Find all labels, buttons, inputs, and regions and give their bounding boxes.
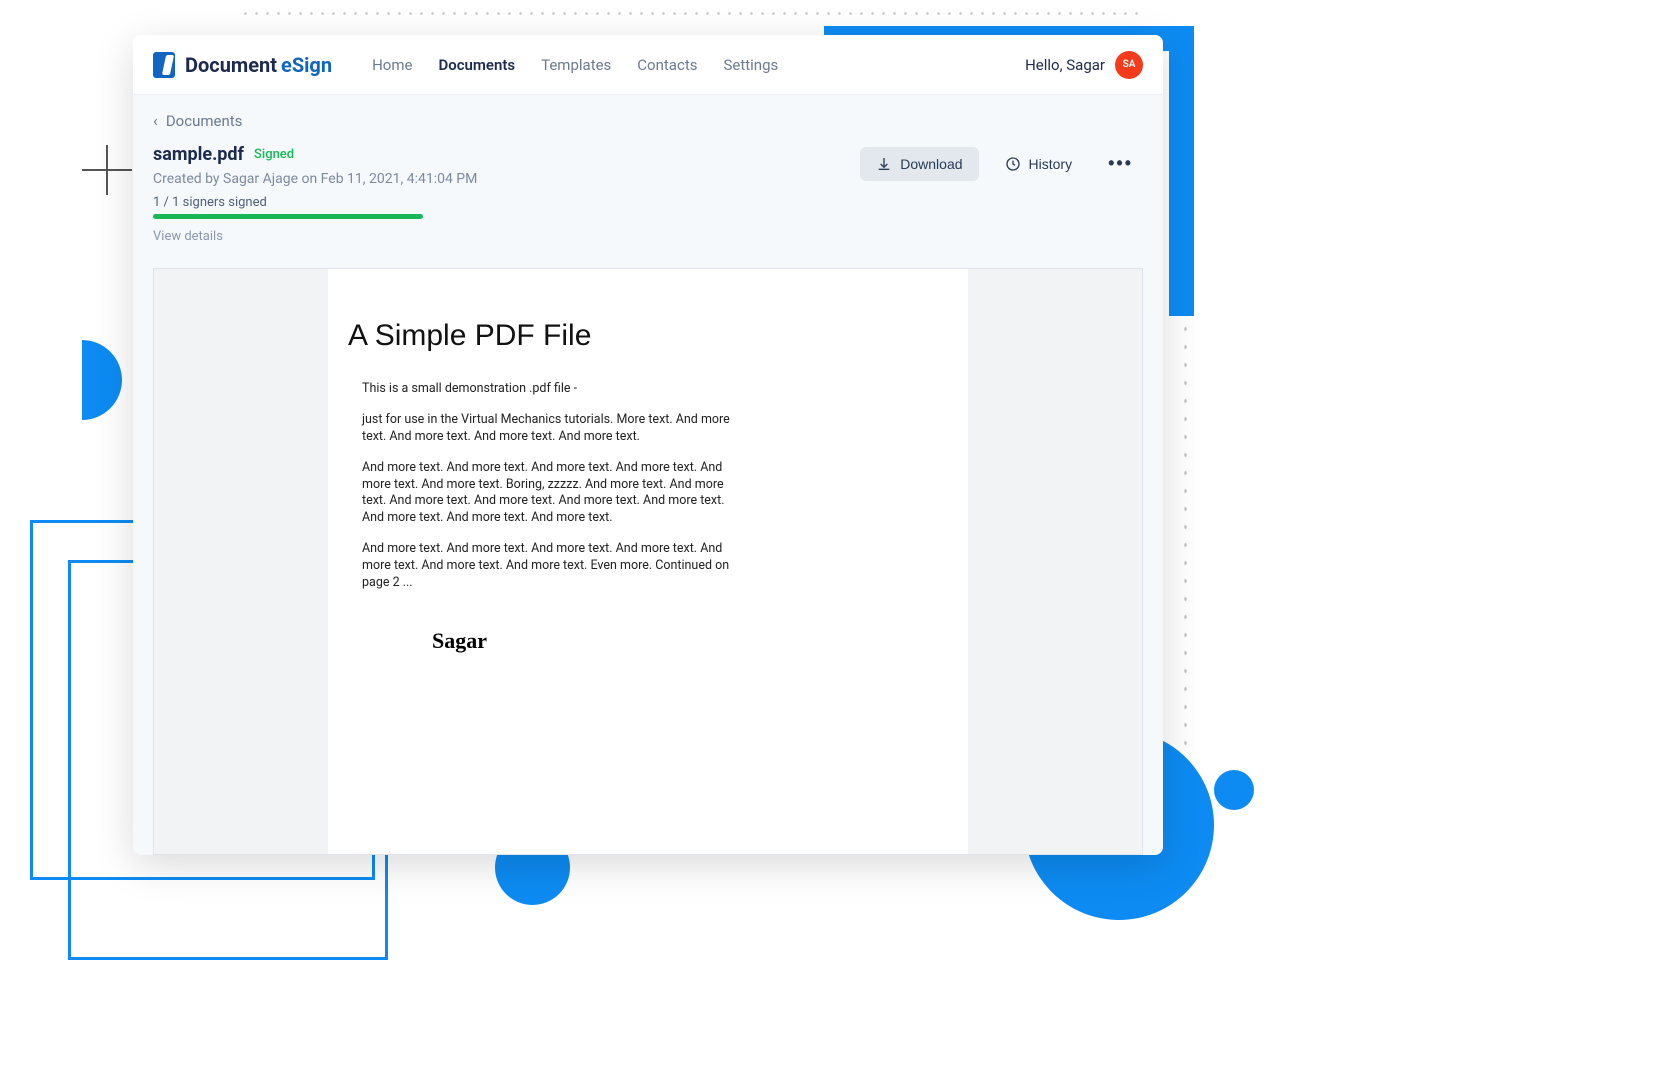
brand-part1: Document xyxy=(185,53,277,77)
download-button[interactable]: Download xyxy=(860,147,978,181)
pdf-paragraph: just for use in the Virtual Mechanics tu… xyxy=(362,412,732,446)
pdf-paragraph: And more text. And more text. And more t… xyxy=(362,541,732,592)
view-details-link[interactable]: View details xyxy=(153,229,860,244)
logo[interactable]: Document eSign xyxy=(153,52,332,78)
download-label: Download xyxy=(900,156,962,172)
breadcrumb-label: Documents xyxy=(166,112,243,130)
history-button[interactable]: History xyxy=(989,147,1089,181)
brand-part2: eSign xyxy=(281,53,332,77)
download-icon xyxy=(876,156,892,172)
breadcrumb[interactable]: ‹ Documents xyxy=(153,111,1143,130)
plus-icon xyxy=(82,145,132,195)
avatar: SA xyxy=(1115,51,1143,79)
nav-contacts[interactable]: Contacts xyxy=(637,56,697,74)
more-icon: ••• xyxy=(1108,153,1133,174)
pdf-heading: A Simple PDF File xyxy=(348,319,908,353)
nav-templates[interactable]: Templates xyxy=(541,56,611,74)
history-label: History xyxy=(1029,156,1073,172)
signature: Sagar xyxy=(432,628,908,654)
decorative-circle xyxy=(1214,770,1254,810)
pdf-paragraph: And more text. And more text. And more t… xyxy=(362,460,732,528)
main-nav: Home Documents Templates Contacts Settin… xyxy=(372,56,778,74)
signers-count: 1 / 1 signers signed xyxy=(153,195,860,210)
content: ‹ Documents sample.pdf Signed Created by… xyxy=(133,95,1163,855)
document-header: sample.pdf Signed Created by Sagar Ajage… xyxy=(153,144,1143,244)
action-bar: Download History ••• xyxy=(860,144,1143,183)
pdf-viewer[interactable]: A Simple PDF File This is a small demons… xyxy=(153,268,1143,855)
document-meta: sample.pdf Signed Created by Sagar Ajage… xyxy=(153,144,860,244)
decorative-dots-top xyxy=(240,8,1140,20)
user-menu[interactable]: Hello, Sagar SA xyxy=(1025,51,1143,79)
progress-bar xyxy=(153,214,423,219)
history-icon xyxy=(1005,156,1021,172)
pdf-paragraph: This is a small demonstration .pdf file … xyxy=(362,381,732,398)
logo-mark-icon xyxy=(153,52,175,78)
user-greeting: Hello, Sagar xyxy=(1025,56,1105,74)
more-button[interactable]: ••• xyxy=(1098,144,1143,183)
nav-documents[interactable]: Documents xyxy=(438,56,515,74)
created-by: Created by Sagar Ajage on Feb 11, 2021, … xyxy=(153,171,860,187)
status-badge: Signed xyxy=(254,147,294,162)
decorative-half-circle xyxy=(82,340,122,420)
chevron-left-icon: ‹ xyxy=(153,111,158,130)
pdf-body: This is a small demonstration .pdf file … xyxy=(362,381,732,592)
nav-home[interactable]: Home xyxy=(372,56,412,74)
document-title: sample.pdf xyxy=(153,144,244,165)
app-window: Document eSign Home Documents Templates … xyxy=(133,35,1163,855)
topbar: Document eSign Home Documents Templates … xyxy=(133,35,1163,95)
pdf-page: A Simple PDF File This is a small demons… xyxy=(328,269,968,854)
nav-settings[interactable]: Settings xyxy=(723,56,778,74)
